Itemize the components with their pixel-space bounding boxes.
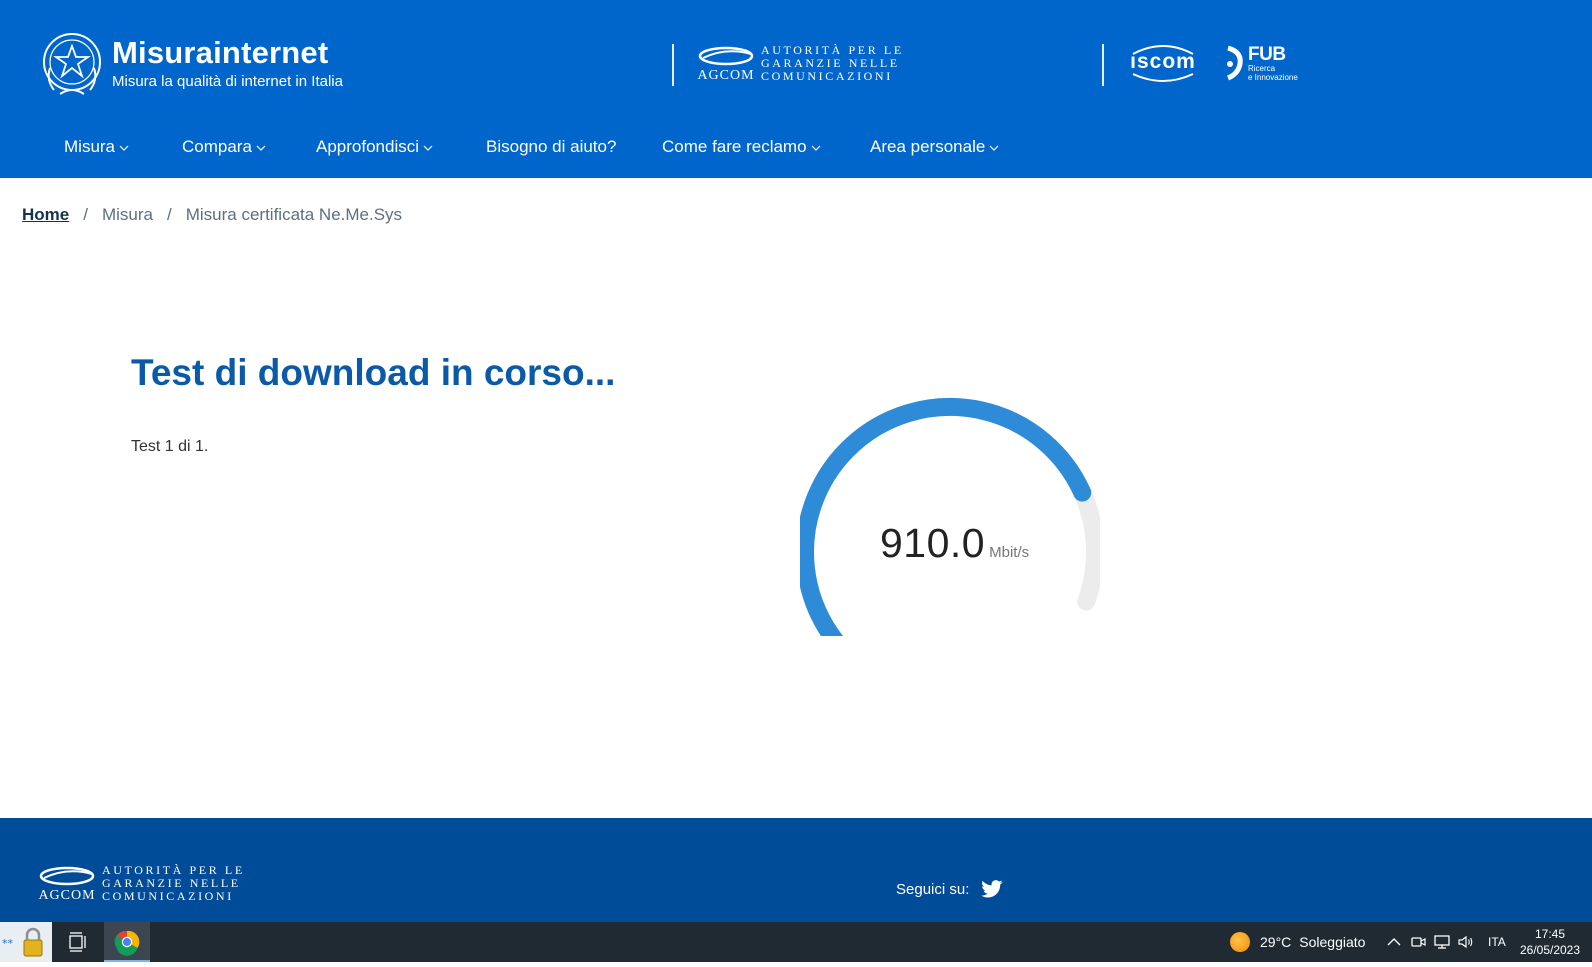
speed-unit: Mbit/s [989, 544, 1030, 561]
volume-icon[interactable] [1456, 932, 1476, 952]
system-tray [1384, 922, 1480, 962]
nav-item-misura[interactable]: Misura [64, 130, 129, 164]
nav-item-area-personale[interactable]: Area personale [870, 130, 999, 164]
chevron-down-icon [256, 145, 266, 151]
breadcrumb-item-current: Misura certificata Ne.Me.Sys [185, 205, 403, 224]
breadcrumb-home-link[interactable]: Home [22, 205, 69, 225]
clock-date: 26/05/2023 [1519, 943, 1581, 957]
fub-line-1: Ricerca [1248, 63, 1276, 73]
breadcrumb-item-misura[interactable]: Misura [102, 205, 153, 225]
task-view-icon[interactable] [64, 928, 92, 956]
social-label: Seguici su: [896, 880, 970, 898]
agcom-word: AGCOM [697, 67, 755, 83]
iscom-wordmark: ıscom [1130, 50, 1196, 73]
fub-mark-icon [1226, 45, 1243, 81]
nav-label: Area personale [870, 137, 986, 156]
network-icon[interactable] [1432, 932, 1452, 952]
windows-taskbar: ** 29°C Soleggiato ITA 17:45 26/05/2023 [0, 922, 1592, 962]
lock-icon: ** [2, 927, 43, 957]
header-divider-2 [1102, 44, 1104, 86]
chevron-up-icon[interactable] [1384, 932, 1404, 952]
nav-label: Come fare reclamo [662, 137, 807, 156]
chrome-taskbar-button[interactable] [104, 922, 150, 962]
fub-title: FUB [1248, 43, 1286, 65]
page-title: Test di download in corso... [131, 352, 616, 393]
speed-value: 910.0 [880, 520, 986, 566]
header-divider [672, 44, 674, 86]
agcom-logo[interactable]: AGCOM AUTORITÀ PER LE GARANZIE NELLE COM… [697, 44, 904, 83]
weather-widget[interactable]: 29°C Soleggiato [1230, 922, 1365, 962]
site-footer: AGCOM AUTORITÀ PER LE GARANZIE NELLE COM… [0, 818, 1592, 922]
nav-item-bisogno-di-aiuto[interactable]: Bisogno di aiuto? [486, 130, 616, 164]
nav-label: Approfondisci [316, 137, 420, 156]
start-area[interactable]: ** [0, 922, 52, 962]
nav-item-come-fare-reclamo[interactable]: Come fare reclamo [662, 130, 821, 164]
clock-time: 17:45 [1534, 927, 1566, 941]
weather-condition: Soleggiato [1299, 934, 1366, 950]
breadcrumb-separator: / [166, 205, 172, 224]
agcom-line-3: COMUNICAZIONI [102, 889, 234, 903]
nav-item-approfondisci[interactable]: Approfondisci [316, 130, 433, 164]
site-header: Misurainternet Misura la qualità di inte… [0, 0, 1592, 178]
chevron-down-icon [423, 145, 433, 151]
nav-label: Compara [182, 137, 252, 156]
agcom-line-3: COMUNICAZIONI [761, 69, 893, 83]
twitter-icon[interactable] [981, 880, 1003, 898]
iscom-logo[interactable]: ıscom [1125, 40, 1201, 86]
nav-label: Bisogno di aiuto? [486, 137, 617, 156]
breadcrumb-separator: / [83, 205, 88, 224]
meet-now-icon[interactable] [1408, 932, 1428, 952]
site-brand[interactable]: Misurainternet Misura la qualità di inte… [40, 28, 343, 100]
fub-logo[interactable]: FUB Ricerca e Innovazione [1224, 44, 1298, 82]
main-nav: Misura Compara Approfondisci Bisogno di … [0, 130, 1592, 164]
weather-temperature: 29°C [1260, 934, 1292, 950]
nav-item-compara[interactable]: Compara [182, 130, 266, 164]
chevron-down-icon [119, 145, 129, 151]
svg-text:**: ** [2, 937, 14, 950]
site-subtitle: Misura la qualità di internet in Italia [112, 73, 343, 90]
language-indicator[interactable]: ITA [1488, 922, 1506, 962]
test-progress-text: Test 1 di 1. [131, 438, 209, 455]
sun-icon [1230, 932, 1250, 952]
social-links: Seguici su: [896, 880, 1003, 898]
italian-emblem-icon [43, 33, 101, 95]
chrome-icon [114, 930, 140, 956]
gauge-arc [800, 398, 1100, 636]
chevron-down-icon [811, 145, 820, 151]
fub-line-2: e Innovazione [1248, 72, 1298, 82]
taskbar-clock[interactable]: 17:45 26/05/2023 [1512, 926, 1588, 958]
breadcrumb: Home / Misura / Misura certificata Ne.Me… [22, 205, 402, 225]
site-title: Misurainternet [112, 35, 329, 70]
chevron-down-icon [989, 145, 999, 151]
agcom-swoosh-icon [39, 866, 95, 885]
agcom-word: AGCOM [38, 887, 96, 903]
footer-agcom-logo[interactable]: AGCOM AUTORITÀ PER LE GARANZIE NELLE COM… [38, 864, 245, 903]
speed-gauge: 910.0 Mbit/s [800, 396, 1100, 636]
nav-label: Misura [64, 137, 116, 156]
agcom-swoosh-icon [698, 46, 754, 65]
